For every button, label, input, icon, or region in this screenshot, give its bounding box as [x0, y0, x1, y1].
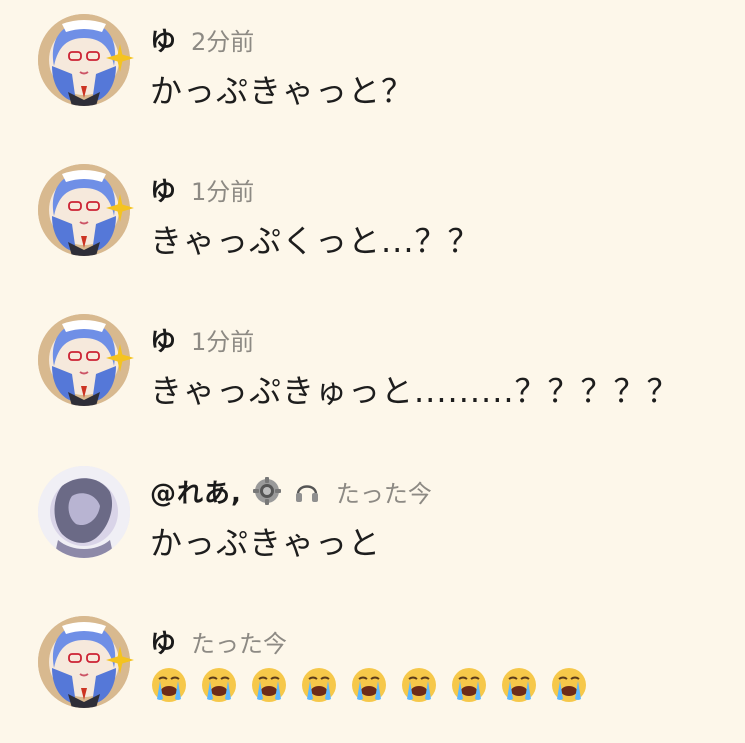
message-header: ゆ 1分前 — [150, 171, 255, 208]
author-name[interactable]: ゆ — [150, 623, 177, 660]
crying-face-emoji — [402, 668, 436, 702]
timestamp: たった今 — [191, 629, 288, 658]
timestamp: 2分前 — [191, 27, 255, 56]
message-item: ゆ 2分前 かっぷきゃっと？ — [38, 14, 728, 114]
crying-face-emoji — [302, 668, 336, 702]
crying-face-emoji — [452, 668, 486, 702]
message-header: @れあ, たった今 — [150, 473, 432, 510]
message-text: かっぷきゃっと — [150, 524, 382, 562]
message-header: ゆ 2分前 — [150, 21, 255, 58]
author-name[interactable]: ゆ — [150, 321, 177, 358]
sparkle-icon — [106, 344, 134, 372]
sparkle-icon — [106, 646, 134, 674]
timestamp: 1分前 — [191, 327, 255, 356]
message-item: ゆ たった今 — [38, 616, 728, 716]
emoji-row — [150, 666, 588, 704]
message-header: ゆ たった今 — [150, 623, 288, 660]
message-text: きゃっぷくっと...？？ — [150, 222, 481, 260]
crying-face-emoji — [352, 668, 386, 702]
avatar-image — [38, 466, 130, 558]
crying-face-emoji — [152, 668, 186, 702]
crying-face-emoji — [252, 668, 286, 702]
headphones-icon — [295, 485, 318, 502]
author-name[interactable]: @れあ, — [150, 473, 242, 510]
message-item: ゆ 1分前 きゃっぷくっと...？？ — [38, 164, 728, 264]
timestamp: 1分前 — [191, 177, 255, 206]
crying-face-emoji — [502, 668, 536, 702]
message-item: ゆ 1分前 きゃっぷきゅっと.........？？？？？ — [38, 314, 728, 414]
message-text: かっぷきゃっと？ — [150, 72, 415, 110]
sparkle-icon — [106, 194, 134, 222]
author-name[interactable]: ゆ — [150, 171, 177, 208]
timestamp: たった今 — [335, 479, 432, 508]
message-header: ゆ 1分前 — [150, 321, 255, 358]
author-name[interactable]: ゆ — [150, 21, 177, 58]
chat-feed: ゆ 2分前 かっぷきゃっと？ ゆ 1分前 きゃっぷくっと...？？ ゆ 1分前 … — [0, 0, 745, 743]
crying-face-emoji — [202, 668, 236, 702]
message-item: @れあ, たった今 かっぷきゃっと — [38, 466, 728, 566]
crying-face-emoji — [552, 668, 586, 702]
gear-icon — [252, 477, 281, 505]
message-text: きゃっぷきゅっと.........？？？？？ — [150, 372, 680, 410]
avatar[interactable] — [38, 466, 130, 558]
sparkle-icon — [106, 44, 134, 72]
